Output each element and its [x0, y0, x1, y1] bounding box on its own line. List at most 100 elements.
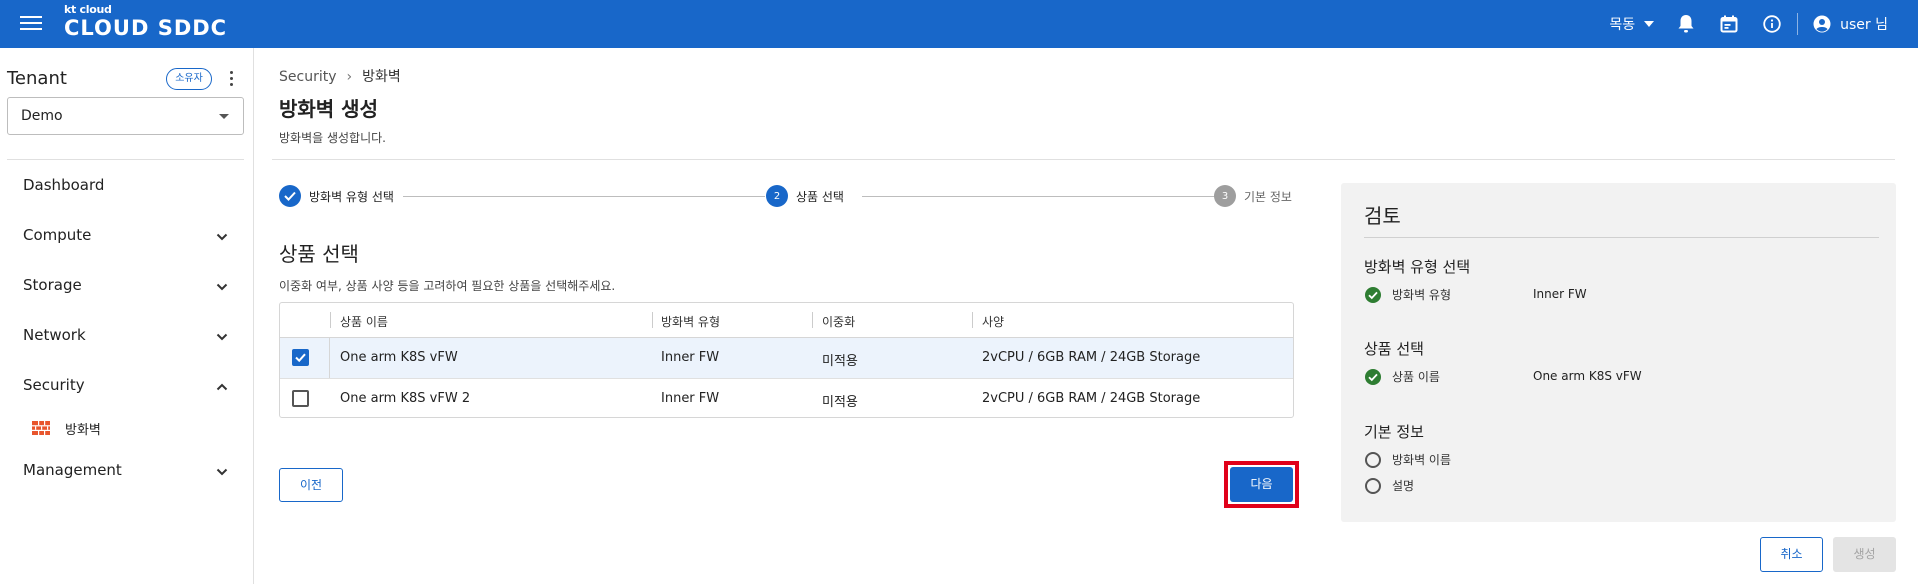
sidebar-item-compute[interactable]: Compute	[23, 226, 233, 250]
chevron-down-icon	[216, 233, 228, 241]
bell-icon[interactable]	[1676, 14, 1696, 34]
step-connector	[403, 196, 765, 197]
review-divider	[1364, 237, 1879, 238]
column-header: 사양	[982, 315, 1005, 329]
caret-down-icon	[1644, 21, 1655, 27]
create-button: 생성	[1833, 537, 1896, 572]
sidebar-item-dashboard[interactable]: Dashboard	[23, 176, 233, 200]
prev-button[interactable]: 이전	[279, 468, 343, 502]
logo-brand-text: CLOUD SDDC	[64, 16, 228, 40]
chevron-down-icon	[216, 333, 228, 341]
sidebar-divider	[7, 159, 244, 160]
column-header: 상품 이름	[340, 315, 388, 329]
calendar-icon[interactable]	[1719, 14, 1739, 34]
more-vert-icon[interactable]	[225, 70, 237, 88]
step-1: 방화벽 유형 선택	[279, 185, 394, 207]
cell-spec: 2vCPU / 6GB RAM / 24GB Storage	[982, 391, 1201, 406]
top-bar-divider	[1797, 13, 1799, 35]
sidebar-subitem-firewall[interactable]: 방화벽	[32, 417, 232, 439]
column-divider	[652, 312, 653, 328]
review-item: 방화벽 이름	[1365, 451, 1451, 468]
top-bar: kt cloud CLOUD SDDC 목동 user 님	[0, 0, 1918, 48]
cancel-button[interactable]: 취소	[1760, 537, 1823, 572]
breadcrumb: Security › 방화벽	[279, 66, 401, 86]
sidebar-subitem-label: 방화벽	[65, 422, 101, 438]
step-label: 방화벽 유형 선택	[309, 189, 394, 204]
step-label: 상품 선택	[796, 189, 844, 204]
review-item-value: One arm K8S vFW	[1533, 369, 1642, 383]
empty-circle-icon	[1365, 477, 1381, 494]
review-title: 검토	[1364, 204, 1401, 228]
select-cell	[280, 338, 330, 378]
review-item: 설명	[1365, 477, 1414, 494]
next-button-highlight: 다음	[1224, 461, 1299, 508]
row-checkbox[interactable]	[292, 390, 309, 407]
info-icon[interactable]	[1762, 14, 1782, 34]
sidebar-item-label: Network	[23, 326, 86, 344]
column-header: 이중화	[822, 315, 856, 329]
breadcrumb-separator: ›	[346, 69, 353, 85]
sidebar-item-management[interactable]: Management	[23, 461, 233, 485]
table-row[interactable]: One arm K8S vFW 2 Inner FW 미적용 2vCPU / 6…	[280, 378, 1293, 418]
sidebar-item-storage[interactable]: Storage	[23, 276, 233, 300]
region-label: 목동	[1609, 17, 1636, 33]
review-item-label: 방화벽 유형	[1392, 288, 1452, 302]
review-panel: 검토 방화벽 유형 선택 방화벽 유형 Inner FW 상품 선택 상품 이름…	[1341, 183, 1896, 522]
region-select[interactable]: 목동	[1609, 14, 1655, 34]
review-item: 상품 이름	[1365, 368, 1440, 385]
next-button[interactable]: 다음	[1230, 467, 1293, 502]
review-section-title: 상품 선택	[1364, 340, 1424, 358]
check-circle-icon	[1365, 286, 1381, 303]
logo-small-text: kt cloud	[64, 3, 112, 16]
sidebar-item-label: Security	[23, 376, 85, 394]
owner-badge: 소유자	[166, 68, 212, 90]
product-table: 상품 이름 방화벽 유형 이중화 사양 One arm K8S vFW Inne…	[279, 302, 1294, 418]
chevron-down-icon	[216, 468, 228, 476]
header-divider	[272, 159, 1895, 160]
check-icon	[295, 353, 306, 363]
user-menu[interactable]: user 님	[1812, 14, 1888, 34]
sidebar-item-label: Dashboard	[23, 176, 105, 194]
step-label: 기본 정보	[1244, 189, 1292, 204]
section-title: 상품 선택	[279, 242, 359, 266]
step-number: 3	[1214, 185, 1236, 207]
check-circle-icon	[1365, 368, 1381, 385]
breadcrumb-root[interactable]: Security	[279, 69, 337, 85]
sidebar-item-security[interactable]: Security	[23, 376, 233, 400]
cell-redundancy: 미적용	[822, 354, 858, 369]
step-3: 3 기본 정보	[1214, 185, 1292, 207]
review-item-label: 설명	[1392, 479, 1415, 493]
column-header: 방화벽 유형	[661, 315, 721, 329]
section-description: 이중화 여부, 상품 사양 등을 고려하여 필요한 상품을 선택해주세요.	[279, 279, 616, 293]
cell-type: Inner FW	[661, 350, 720, 365]
step-number: 2	[766, 185, 788, 207]
cell-type: Inner FW	[661, 391, 720, 406]
column-divider	[812, 312, 813, 328]
hamburger-menu-icon[interactable]	[20, 13, 42, 35]
cell-spec: 2vCPU / 6GB RAM / 24GB Storage	[982, 350, 1201, 365]
check-icon	[279, 185, 301, 207]
chevron-down-icon	[216, 283, 228, 291]
page-title: 방화벽 생성	[279, 97, 378, 121]
sidebar-item-network[interactable]: Network	[23, 326, 233, 350]
review-section-title: 기본 정보	[1364, 423, 1424, 441]
step-2: 2 상품 선택	[766, 185, 844, 207]
caret-down-icon	[219, 114, 229, 119]
table-row[interactable]: One arm K8S vFW Inner FW 미적용 2vCPU / 6GB…	[280, 338, 1293, 378]
column-divider	[972, 312, 973, 328]
cell-name: One arm K8S vFW 2	[340, 391, 471, 406]
table-header: 상품 이름 방화벽 유형 이중화 사양	[280, 303, 1293, 338]
tenant-select[interactable]: Demo	[7, 97, 244, 135]
column-divider	[330, 312, 331, 328]
account-circle-icon	[1812, 14, 1832, 34]
row-checkbox[interactable]	[292, 349, 309, 366]
review-item-label: 상품 이름	[1392, 370, 1440, 384]
chevron-up-icon	[216, 383, 228, 391]
cell-redundancy: 미적용	[822, 395, 858, 410]
tenant-title: Tenant	[7, 68, 67, 89]
tenant-header: Tenant 소유자	[7, 68, 243, 90]
cell-name: One arm K8S vFW	[340, 350, 458, 365]
user-name: user 님	[1840, 17, 1888, 33]
logo[interactable]: kt cloud CLOUD SDDC	[64, 4, 227, 41]
step-connector	[862, 196, 1224, 197]
